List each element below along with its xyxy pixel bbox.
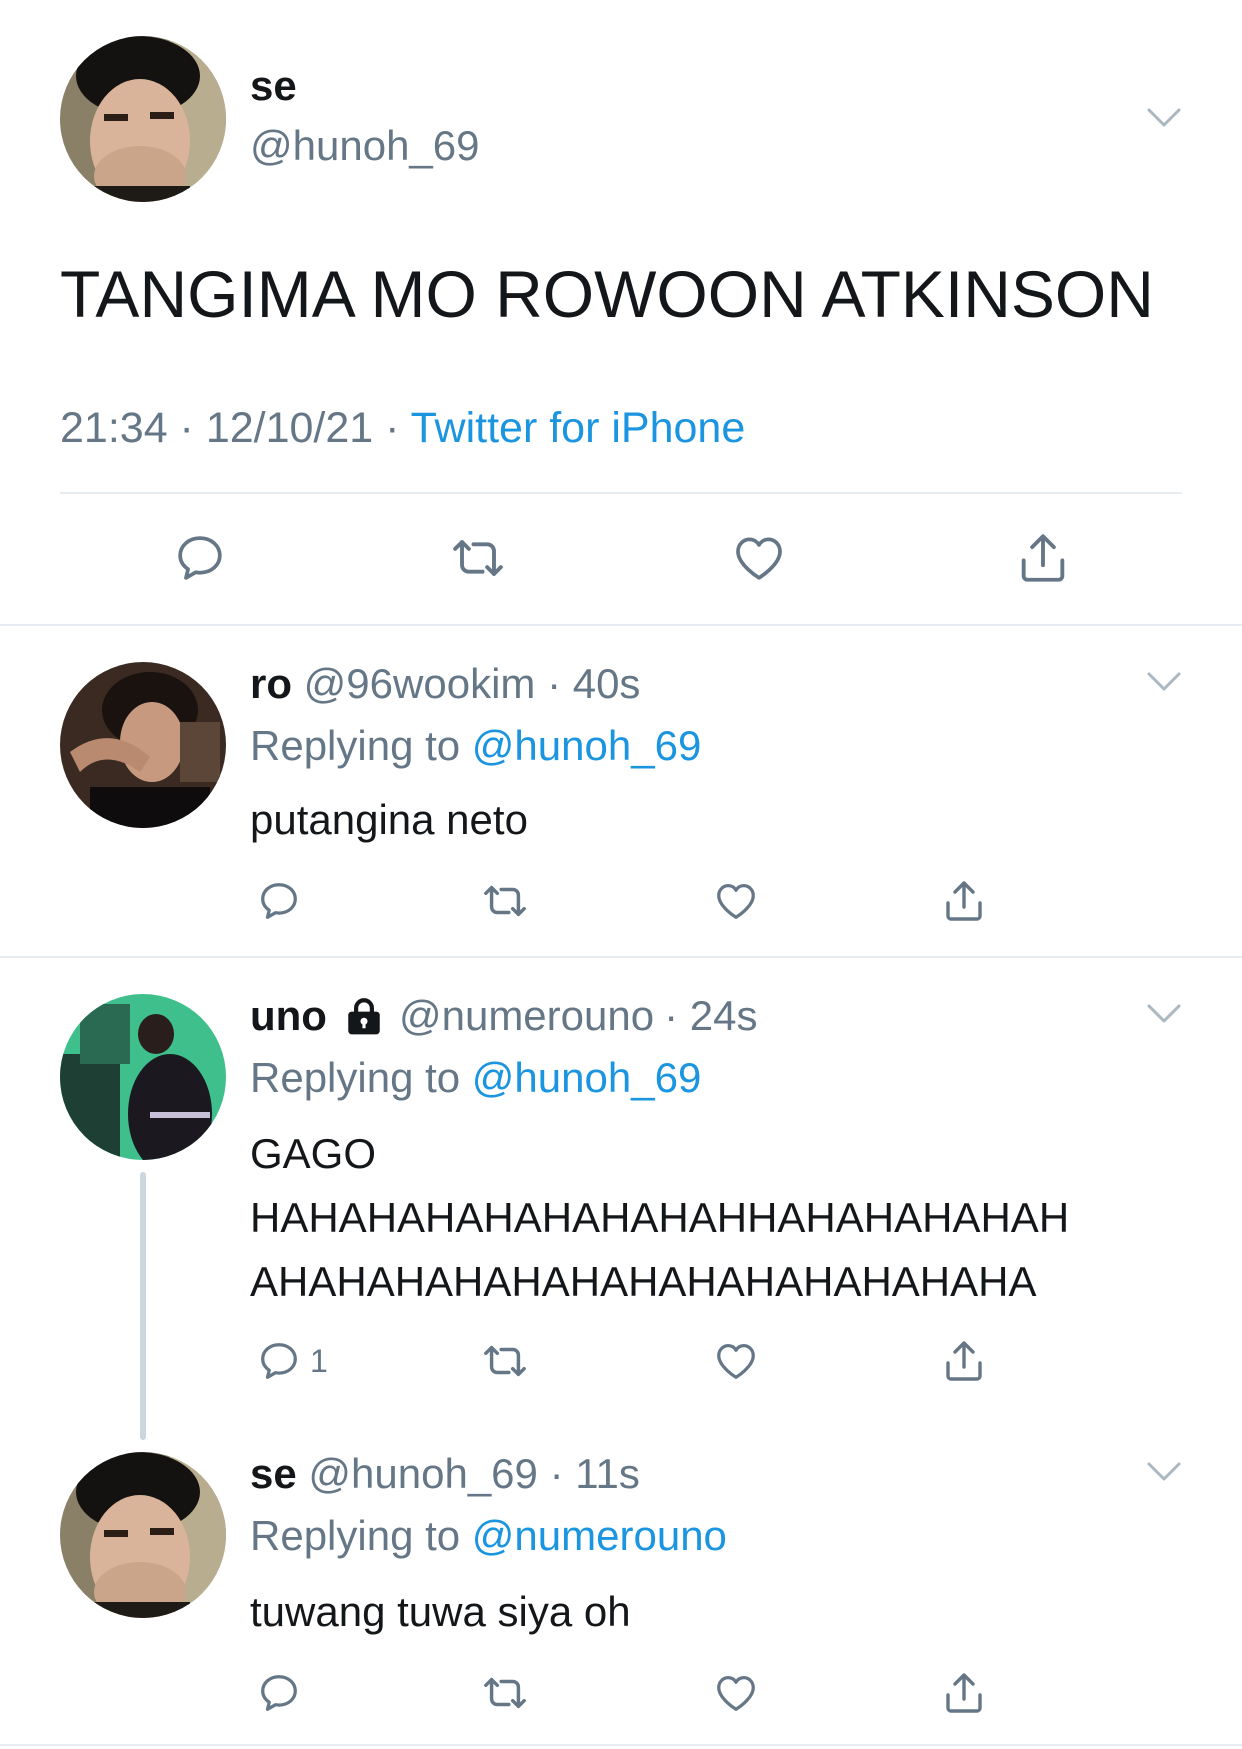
reply-button[interactable]: 1 (256, 1338, 328, 1384)
share-button[interactable] (940, 876, 988, 926)
reply-count: 1 (310, 1342, 328, 1379)
share-icon (946, 881, 982, 921)
like-icon (717, 1344, 755, 1379)
mention-link[interactable]: @hunoh_69 (472, 1054, 702, 1101)
chevron-down-icon[interactable] (1146, 670, 1182, 694)
share-icon (1021, 534, 1065, 582)
author-handle[interactable]: @hunoh_69 (250, 122, 480, 170)
reply-icon (261, 1675, 297, 1711)
source-link[interactable]: Twitter for iPhone (411, 404, 746, 452)
author-name[interactable]: se (250, 62, 297, 110)
timestamp[interactable]: · 11s (550, 1450, 640, 1497)
retweet-icon (484, 1345, 526, 1377)
retweet-button[interactable] (478, 1670, 532, 1716)
divider (0, 624, 1242, 626)
chevron-down-icon[interactable] (1146, 106, 1182, 130)
like-button[interactable] (712, 1338, 760, 1384)
reply-button[interactable] (172, 530, 228, 586)
retweet-button[interactable] (446, 530, 510, 586)
reply-header: uno @numerouno · 24s (250, 992, 757, 1040)
chevron-down-icon[interactable] (1146, 1460, 1182, 1484)
replying-to: Replying to @hunoh_69 (250, 722, 701, 770)
avatar[interactable] (60, 994, 226, 1160)
avatar[interactable] (60, 1452, 226, 1618)
avatar[interactable] (60, 662, 226, 828)
reply-text-line: AHAHAHAHAHAHAHAHAHAHAHAHAHA (250, 1258, 1037, 1305)
reply-text: putangina neto (250, 796, 528, 843)
replying-to: Replying to @numerouno (250, 1512, 727, 1560)
like-icon (717, 884, 755, 919)
divider (0, 1744, 1242, 1746)
reply-text-line: HAHAHAHAHAHAHAHAHHAHAHAHAHAH (250, 1194, 1070, 1241)
reply-header: se @hunoh_69 · 11s (250, 1450, 640, 1498)
like-icon (736, 537, 782, 580)
retweet-icon (484, 1677, 526, 1709)
retweet-icon (484, 885, 526, 917)
author-handle[interactable]: @numerouno (399, 992, 654, 1040)
share-button[interactable] (940, 1336, 988, 1386)
reply-icon (261, 883, 297, 919)
thread-connector (140, 1172, 146, 1440)
like-button[interactable] (730, 530, 788, 586)
replying-label: Replying to (250, 1512, 472, 1559)
share-button[interactable] (1014, 528, 1072, 588)
reply-header: ro @96wookim · 40s (250, 660, 640, 708)
avatar[interactable] (60, 36, 226, 202)
author-name[interactable]: ro (250, 660, 292, 707)
reply-icon (178, 536, 222, 580)
divider (60, 492, 1182, 494)
author-handle[interactable]: @hunoh_69 (308, 1450, 538, 1497)
retweet-button[interactable] (478, 878, 532, 924)
tweet-text: TANGIMA MO ROWOON ATKINSON (60, 257, 1154, 331)
lock-icon (348, 998, 380, 1035)
author-handle[interactable]: @96wookim (304, 660, 536, 707)
like-icon (717, 1676, 755, 1711)
mention-link[interactable]: @hunoh_69 (472, 722, 702, 769)
chevron-down-icon[interactable] (1146, 1002, 1182, 1026)
divider (0, 956, 1242, 958)
replying-label: Replying to (250, 722, 472, 769)
timestamp: 21:34 · 12/10/21 · (60, 404, 411, 452)
share-button[interactable] (940, 1668, 988, 1718)
retweet-icon (453, 540, 503, 576)
replying-to: Replying to @hunoh_69 (250, 1054, 701, 1102)
reply-button[interactable] (256, 878, 310, 924)
retweet-button[interactable] (478, 1338, 532, 1384)
like-button[interactable] (712, 1670, 760, 1716)
share-icon (946, 1673, 982, 1713)
mention-link[interactable]: @numerouno (472, 1512, 727, 1559)
author-name[interactable]: uno (250, 992, 327, 1040)
replying-label: Replying to (250, 1054, 472, 1101)
timestamp[interactable]: · 24s (664, 992, 757, 1040)
timestamp[interactable]: · 40s (547, 660, 640, 707)
like-button[interactable] (712, 878, 760, 924)
share-icon (946, 1341, 982, 1381)
reply-text-line: GAGO (250, 1130, 377, 1177)
reply-button[interactable] (256, 1670, 310, 1716)
reply-text: tuwang tuwa siya oh (250, 1588, 631, 1635)
tweet-meta: 21:34 · 12/10/21 · Twitter for iPhone (60, 404, 745, 453)
author-name[interactable]: se (250, 1450, 297, 1497)
reply-icon (261, 1343, 297, 1379)
